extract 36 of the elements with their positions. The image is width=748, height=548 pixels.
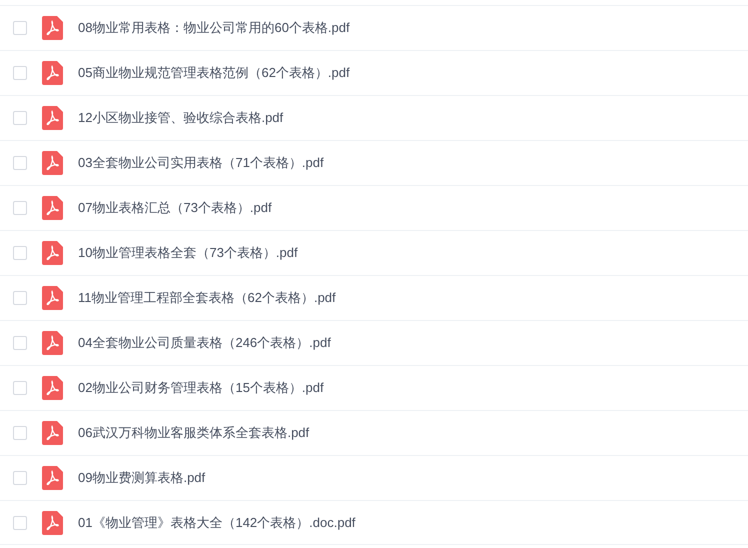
file-name[interactable]: 05商业物业规范管理表格范例（62个表格）.pdf bbox=[78, 63, 350, 83]
file-name[interactable]: 07物业表格汇总（73个表格）.pdf bbox=[78, 198, 272, 218]
file-name[interactable]: 04全套物业公司质量表格（246个表格）.pdf bbox=[78, 333, 331, 353]
pdf-file-icon bbox=[42, 196, 63, 220]
checkbox[interactable] bbox=[13, 426, 27, 440]
pdf-file-icon bbox=[42, 510, 63, 534]
file-name[interactable]: 11物业管理工程部全套表格（62个表格）.pdf bbox=[78, 288, 336, 308]
pdf-file-icon bbox=[42, 286, 63, 310]
file-name[interactable]: 06武汉万科物业客服类体系全套表格.pdf bbox=[78, 423, 310, 443]
pdf-file-icon bbox=[42, 466, 63, 490]
pdf-file-icon bbox=[42, 241, 63, 265]
pdf-file-icon bbox=[42, 376, 63, 400]
checkbox[interactable] bbox=[13, 246, 27, 260]
file-name[interactable]: 01《物业管理》表格大全（142个表格）.doc.pdf bbox=[78, 512, 356, 532]
file-name[interactable]: 03全套物业公司实用表格（71个表格）.pdf bbox=[78, 153, 324, 173]
checkbox[interactable] bbox=[13, 381, 27, 395]
checkbox[interactable] bbox=[13, 291, 27, 305]
checkbox[interactable] bbox=[13, 66, 27, 80]
pdf-file-icon bbox=[42, 151, 63, 175]
pdf-file-icon bbox=[42, 16, 63, 40]
checkbox[interactable] bbox=[13, 516, 27, 530]
pdf-file-icon bbox=[42, 331, 63, 355]
checkbox[interactable] bbox=[13, 21, 27, 35]
checkbox[interactable] bbox=[13, 156, 27, 170]
file-name[interactable]: 12小区物业接管、验收综合表格.pdf bbox=[78, 108, 284, 128]
checkbox[interactable] bbox=[13, 336, 27, 350]
file-name[interactable]: 02物业公司财务管理表格（15个表格）.pdf bbox=[78, 378, 324, 398]
pdf-file-icon bbox=[42, 61, 63, 85]
pdf-file-icon bbox=[42, 106, 63, 130]
file-name[interactable]: 09物业费测算表格.pdf bbox=[78, 468, 206, 488]
file-name[interactable]: 08物业常用表格：物业公司常用的60个表格.pdf bbox=[78, 18, 350, 38]
checkbox[interactable] bbox=[13, 111, 27, 125]
pdf-file-icon bbox=[42, 421, 63, 445]
checkbox[interactable] bbox=[13, 201, 27, 215]
file-name[interactable]: 10物业管理表格全套（73个表格）.pdf bbox=[78, 243, 298, 263]
checkbox[interactable] bbox=[13, 471, 27, 485]
